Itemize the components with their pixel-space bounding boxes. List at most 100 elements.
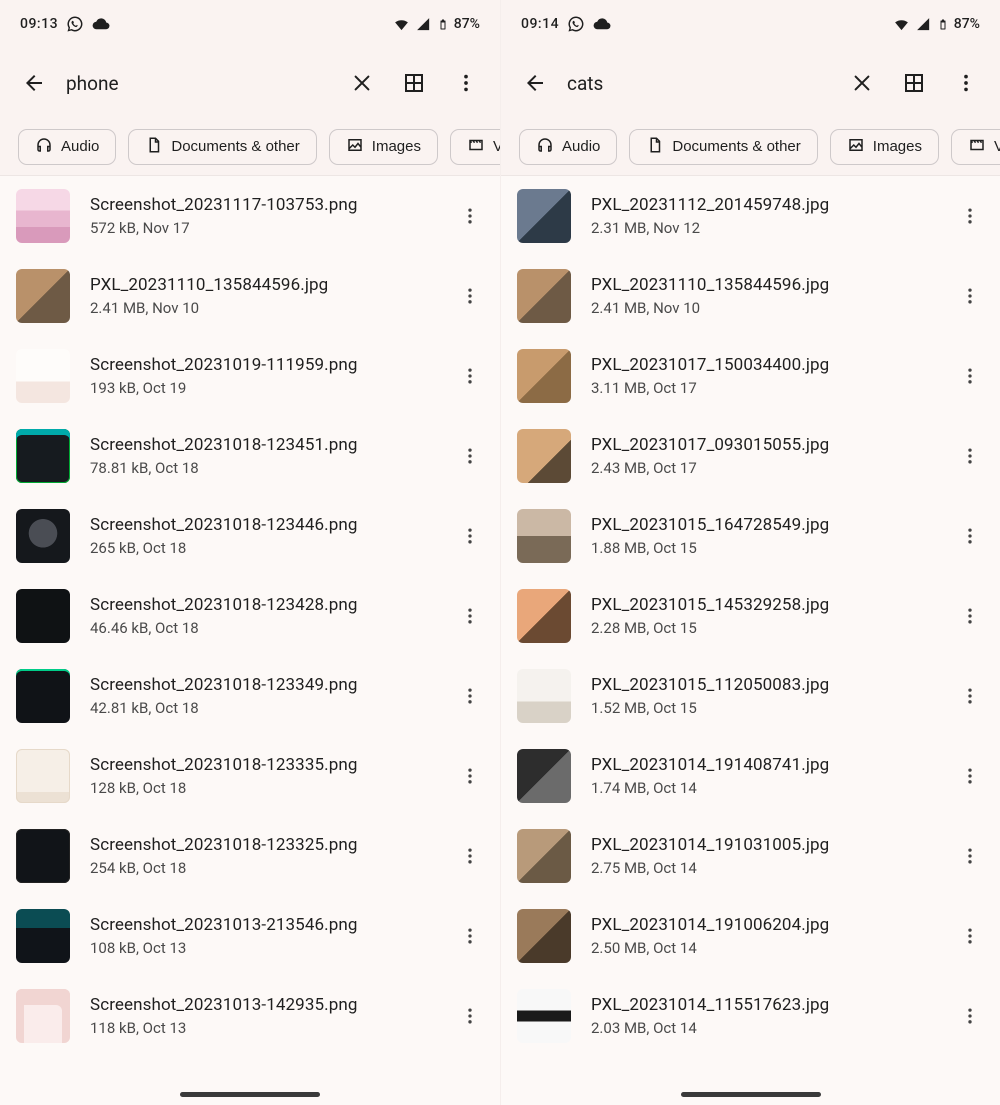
file-name: Screenshot_20231018-123451.png xyxy=(90,435,446,455)
file-more-button[interactable] xyxy=(946,432,994,480)
file-more-button[interactable] xyxy=(446,912,494,960)
file-meta: 265 kB, Oct 18 xyxy=(90,539,446,557)
file-row[interactable]: Screenshot_20231018-123335.png 128 kB, O… xyxy=(0,736,500,816)
file-more-button[interactable] xyxy=(446,352,494,400)
headphones-icon xyxy=(35,136,53,158)
search-input[interactable]: phone xyxy=(62,72,334,95)
file-more-button[interactable] xyxy=(946,272,994,320)
file-more-button[interactable] xyxy=(446,832,494,880)
file-more-button[interactable] xyxy=(946,992,994,1040)
file-row[interactable]: PXL_20231110_135844596.jpg 2.41 MB, Nov … xyxy=(501,256,1000,336)
back-button[interactable] xyxy=(10,59,58,107)
file-more-button[interactable] xyxy=(946,352,994,400)
overflow-menu-button[interactable] xyxy=(442,59,490,107)
file-list[interactable]: Screenshot_20231117-103753.png 572 kB, N… xyxy=(0,176,500,1105)
filter-chip-images[interactable]: Images xyxy=(329,129,438,165)
file-row[interactable]: Screenshot_20231019-111959.png 193 kB, O… xyxy=(0,336,500,416)
filter-chip-vi[interactable]: Vi xyxy=(450,129,500,165)
filter-chip-documents[interactable]: Documents & other xyxy=(629,129,817,165)
file-row[interactable]: Screenshot_20231013-213546.png 108 kB, O… xyxy=(0,896,500,976)
search-input[interactable]: cats xyxy=(563,72,834,95)
status-time: 09:13 xyxy=(20,16,58,32)
file-more-button[interactable] xyxy=(446,432,494,480)
file-thumbnail xyxy=(517,589,571,643)
file-thumbnail xyxy=(16,909,70,963)
file-row[interactable]: PXL_20231015_112050083.jpg 1.52 MB, Oct … xyxy=(501,656,1000,736)
file-list[interactable]: PXL_20231112_201459748.jpg 2.31 MB, Nov … xyxy=(501,176,1000,1105)
back-button[interactable] xyxy=(511,59,559,107)
file-name: PXL_20231014_191408741.jpg xyxy=(591,755,946,775)
file-name: Screenshot_20231013-213546.png xyxy=(90,915,446,935)
file-info: PXL_20231017_150034400.jpg 3.11 MB, Oct … xyxy=(571,355,946,397)
file-row[interactable]: PXL_20231017_093015055.jpg 2.43 MB, Oct … xyxy=(501,416,1000,496)
file-more-button[interactable] xyxy=(946,512,994,560)
file-info: Screenshot_20231018-123335.png 128 kB, O… xyxy=(70,755,446,797)
file-meta: 2.03 MB, Oct 14 xyxy=(591,1019,946,1037)
gesture-nav-handle[interactable] xyxy=(681,1092,821,1097)
file-row[interactable]: Screenshot_20231018-123349.png 42.81 kB,… xyxy=(0,656,500,736)
clear-search-button[interactable] xyxy=(338,59,386,107)
file-row[interactable]: Screenshot_20231117-103753.png 572 kB, N… xyxy=(0,176,500,256)
file-row[interactable]: PXL_20231110_135844596.jpg 2.41 MB, Nov … xyxy=(0,256,500,336)
file-meta: 118 kB, Oct 13 xyxy=(90,1019,446,1037)
file-row[interactable]: PXL_20231014_191006204.jpg 2.50 MB, Oct … xyxy=(501,896,1000,976)
file-name: Screenshot_20231019-111959.png xyxy=(90,355,446,375)
file-row[interactable]: PXL_20231017_150034400.jpg 3.11 MB, Oct … xyxy=(501,336,1000,416)
grid-view-button[interactable] xyxy=(390,59,438,107)
chip-label: Vi xyxy=(994,138,1000,155)
filter-chips-row: Audio Documents & other Images Vi xyxy=(501,118,1000,176)
file-row[interactable]: Screenshot_20231018-123428.png 46.46 kB,… xyxy=(0,576,500,656)
filter-chip-documents[interactable]: Documents & other xyxy=(128,129,316,165)
file-info: PXL_20231014_191408741.jpg 1.74 MB, Oct … xyxy=(571,755,946,797)
filter-chip-vi[interactable]: Vi xyxy=(951,129,1000,165)
file-more-button[interactable] xyxy=(946,192,994,240)
file-thumbnail xyxy=(517,509,571,563)
file-thumbnail xyxy=(16,749,70,803)
file-thumbnail xyxy=(16,269,70,323)
file-row[interactable]: PXL_20231014_115517623.jpg 2.03 MB, Oct … xyxy=(501,976,1000,1056)
file-more-button[interactable] xyxy=(946,832,994,880)
cellular-icon xyxy=(415,16,432,33)
file-more-button[interactable] xyxy=(446,672,494,720)
file-more-button[interactable] xyxy=(446,592,494,640)
file-more-button[interactable] xyxy=(446,752,494,800)
file-more-button[interactable] xyxy=(946,752,994,800)
cloud-icon xyxy=(92,15,110,33)
file-more-button[interactable] xyxy=(446,992,494,1040)
file-row[interactable]: Screenshot_20231018-123451.png 78.81 kB,… xyxy=(0,416,500,496)
file-more-button[interactable] xyxy=(946,592,994,640)
file-more-button[interactable] xyxy=(446,512,494,560)
file-more-button[interactable] xyxy=(446,272,494,320)
chip-label: Images xyxy=(873,138,922,155)
chip-label: Audio xyxy=(562,138,600,155)
file-row[interactable]: PXL_20231015_164728549.jpg 1.88 MB, Oct … xyxy=(501,496,1000,576)
file-row[interactable]: Screenshot_20231013-142935.png 118 kB, O… xyxy=(0,976,500,1056)
file-row[interactable]: PXL_20231014_191408741.jpg 1.74 MB, Oct … xyxy=(501,736,1000,816)
file-thumbnail xyxy=(16,509,70,563)
file-name: Screenshot_20231018-123349.png xyxy=(90,675,446,695)
filter-chip-audio[interactable]: Audio xyxy=(519,129,617,165)
file-more-button[interactable] xyxy=(946,672,994,720)
gesture-nav-handle[interactable] xyxy=(180,1092,320,1097)
file-row[interactable]: PXL_20231014_191031005.jpg 2.75 MB, Oct … xyxy=(501,816,1000,896)
file-more-button[interactable] xyxy=(446,192,494,240)
file-more-button[interactable] xyxy=(946,912,994,960)
file-thumbnail xyxy=(16,989,70,1043)
whatsapp-icon xyxy=(66,15,84,33)
file-meta: 2.28 MB, Oct 15 xyxy=(591,619,946,637)
file-meta: 2.50 MB, Oct 14 xyxy=(591,939,946,957)
grid-view-button[interactable] xyxy=(890,59,938,107)
file-row[interactable]: PXL_20231015_145329258.jpg 2.28 MB, Oct … xyxy=(501,576,1000,656)
filter-chip-images[interactable]: Images xyxy=(830,129,939,165)
file-meta: 78.81 kB, Oct 18 xyxy=(90,459,446,477)
file-row[interactable]: Screenshot_20231018-123325.png 254 kB, O… xyxy=(0,816,500,896)
file-row[interactable]: Screenshot_20231018-123446.png 265 kB, O… xyxy=(0,496,500,576)
file-meta: 3.11 MB, Oct 17 xyxy=(591,379,946,397)
file-row[interactable]: PXL_20231112_201459748.jpg 2.31 MB, Nov … xyxy=(501,176,1000,256)
clear-search-button[interactable] xyxy=(838,59,886,107)
overflow-menu-button[interactable] xyxy=(942,59,990,107)
video-icon xyxy=(968,136,986,158)
file-meta: 2.75 MB, Oct 14 xyxy=(591,859,946,877)
file-thumbnail xyxy=(16,829,70,883)
filter-chip-audio[interactable]: Audio xyxy=(18,129,116,165)
